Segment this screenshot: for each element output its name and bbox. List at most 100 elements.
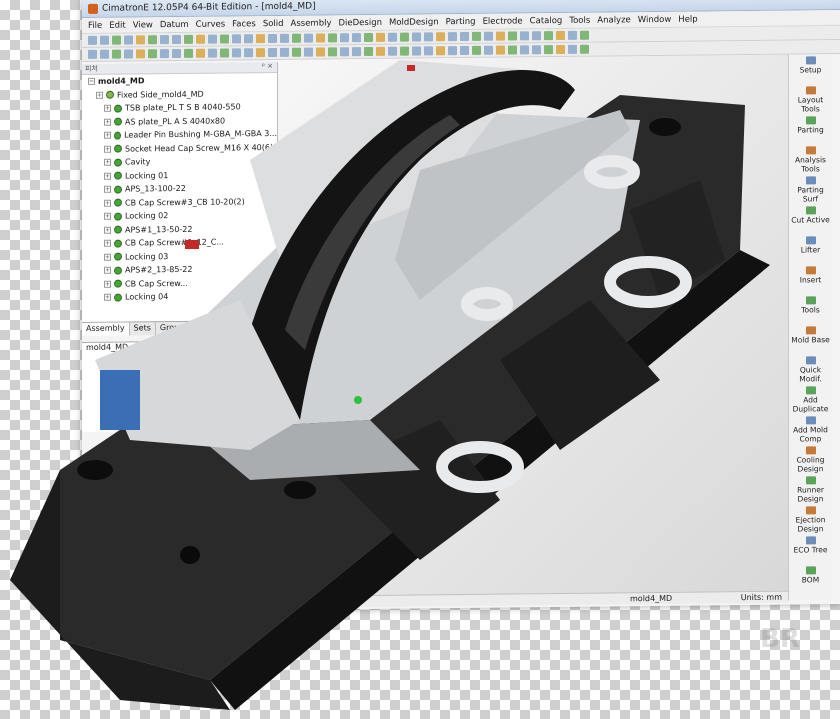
toolbar-button-icon[interactable] — [112, 35, 121, 45]
menu-item-parting[interactable]: Parting — [446, 16, 476, 26]
toolbar-button-icon[interactable] — [268, 33, 277, 44]
toolbar-button-icon[interactable] — [208, 34, 217, 44]
menu-item-file[interactable]: File — [88, 20, 102, 30]
tool-add-mold-comp[interactable]: Add Mold Comp — [789, 414, 832, 444]
menu-item-diedesign[interactable]: DieDesign — [339, 17, 382, 27]
toolbar-button-icon[interactable] — [484, 45, 493, 55]
toolbar-button-icon[interactable] — [148, 49, 157, 59]
toolbar-button-icon[interactable] — [244, 48, 253, 58]
tab-sets[interactable]: Sets — [129, 322, 156, 336]
toolbar-button-icon[interactable] — [400, 46, 409, 56]
toolbar-button-icon[interactable] — [568, 30, 577, 40]
toolbar-button-icon[interactable] — [292, 33, 301, 43]
toolbar-button-icon[interactable] — [520, 31, 529, 41]
menu-item-analyze[interactable]: Analyze — [597, 15, 631, 25]
collapse-icon[interactable]: − — [88, 78, 95, 86]
tool-tools[interactable]: Tools — [789, 294, 832, 324]
toolbar-button-icon[interactable] — [580, 44, 589, 54]
toolbar-button-icon[interactable] — [232, 48, 241, 58]
toolbar-button-icon[interactable] — [172, 34, 181, 45]
toolbar-button-icon[interactable] — [208, 48, 217, 58]
graphics-viewport[interactable] — [278, 54, 788, 596]
toolbar-button-icon[interactable] — [316, 33, 325, 43]
toolbar-button-icon[interactable] — [328, 33, 337, 43]
toolbar-button-icon[interactable] — [112, 49, 121, 59]
toolbar-button-icon[interactable] — [568, 44, 577, 54]
secondary-tree-root[interactable]: mold4_MD — [82, 341, 277, 355]
expand-icon[interactable]: + — [104, 158, 111, 167]
toolbar-button-icon[interactable] — [268, 47, 277, 58]
toolbar-button-icon[interactable] — [280, 33, 289, 43]
toolbar-button-icon[interactable] — [304, 47, 313, 57]
menu-item-tools[interactable]: Tools — [569, 15, 590, 25]
tool-runner-design[interactable]: Runner Design — [789, 474, 832, 504]
toolbar-button-icon[interactable] — [436, 46, 445, 56]
expand-icon[interactable]: + — [104, 253, 111, 261]
toolbar-button-icon[interactable] — [124, 49, 133, 59]
expand-icon[interactable]: + — [104, 172, 111, 180]
toolbar-button-icon[interactable] — [424, 46, 433, 56]
toolbar-button-icon[interactable] — [184, 48, 193, 58]
tool-parting-surf[interactable]: Parting Surf — [789, 174, 832, 204]
toolbar-button-icon[interactable] — [100, 35, 109, 45]
toolbar-button-icon[interactable] — [508, 31, 517, 41]
menu-item-electrode[interactable]: Electrode — [483, 16, 523, 26]
toolbar-button-icon[interactable] — [496, 31, 505, 41]
toolbar-button-icon[interactable] — [316, 47, 325, 57]
toolbar-button-icon[interactable] — [292, 47, 301, 57]
toolbar-button-icon[interactable] — [520, 45, 529, 55]
expand-icon[interactable]: + — [104, 280, 111, 288]
toolbar-button-icon[interactable] — [412, 46, 421, 56]
toolbar-button-icon[interactable] — [388, 46, 397, 56]
expand-icon[interactable]: + — [104, 293, 111, 302]
toolbar-button-icon[interactable] — [424, 32, 433, 42]
toolbar-button-icon[interactable] — [244, 34, 253, 44]
toolbar-button-icon[interactable] — [352, 47, 361, 57]
toolbar-button-icon[interactable] — [496, 45, 505, 55]
toolbar-button-icon[interactable] — [388, 32, 397, 42]
toolbar-button-icon[interactable] — [220, 48, 229, 58]
toolbar-button-icon[interactable] — [580, 30, 589, 40]
tool-lifter[interactable]: Lifter — [789, 234, 832, 264]
toolbar-button-icon[interactable] — [220, 34, 229, 44]
toolbar-button-icon[interactable] — [328, 47, 337, 57]
tool-add-duplicate[interactable]: Add Duplicate — [789, 384, 832, 414]
toolbar-button-icon[interactable] — [88, 49, 97, 59]
toolbar-button-icon[interactable] — [460, 45, 469, 56]
menu-item-help[interactable]: Help — [678, 14, 697, 24]
toolbar-button-icon[interactable] — [172, 48, 181, 59]
tool-bom[interactable]: BOM — [789, 564, 832, 594]
toolbar-button-icon[interactable] — [232, 34, 241, 44]
toolbar-button-icon[interactable] — [136, 35, 145, 45]
toolbar-button-icon[interactable] — [544, 45, 553, 55]
expand-icon[interactable]: + — [104, 131, 111, 140]
toolbar-button-icon[interactable] — [544, 31, 553, 41]
menu-item-faces[interactable]: Faces — [232, 19, 256, 29]
toolbar-button-icon[interactable] — [304, 33, 313, 43]
tool-ejection-design[interactable]: Ejection Design — [789, 504, 832, 534]
menu-item-datum[interactable]: Datum — [160, 19, 189, 29]
toolbar-button-icon[interactable] — [136, 49, 145, 59]
toolbar-button-icon[interactable] — [472, 31, 481, 41]
toolbar-button-icon[interactable] — [508, 45, 517, 55]
toolbar-button-icon[interactable] — [280, 47, 289, 57]
toolbar-button-icon[interactable] — [340, 33, 349, 43]
tool-analysis-tools[interactable]: Analysis Tools — [789, 144, 832, 174]
tool-setup[interactable]: Setup — [789, 54, 832, 84]
pin-icon[interactable]: ᵖ × — [262, 62, 273, 72]
menu-item-catalog[interactable]: Catalog — [530, 15, 563, 25]
toolbar-button-icon[interactable] — [184, 34, 193, 44]
toolbar-button-icon[interactable] — [364, 46, 373, 57]
toolbar-button-icon[interactable] — [256, 34, 265, 44]
expand-icon[interactable]: + — [104, 212, 111, 221]
toolbar-button-icon[interactable] — [100, 49, 109, 59]
tool-cooling-design[interactable]: Cooling Design — [789, 444, 832, 474]
tool-cut-active[interactable]: Cut Active — [789, 204, 832, 234]
expand-icon[interactable]: + — [104, 104, 111, 113]
toolbar-button-icon[interactable] — [472, 45, 481, 55]
menu-item-assembly[interactable]: Assembly — [291, 18, 332, 28]
tab-groups[interactable]: Groups — [155, 321, 194, 336]
toolbar-button-icon[interactable] — [124, 35, 133, 45]
tool-layout-tools[interactable]: Layout Tools — [789, 84, 832, 114]
expand-icon[interactable]: + — [96, 91, 103, 99]
